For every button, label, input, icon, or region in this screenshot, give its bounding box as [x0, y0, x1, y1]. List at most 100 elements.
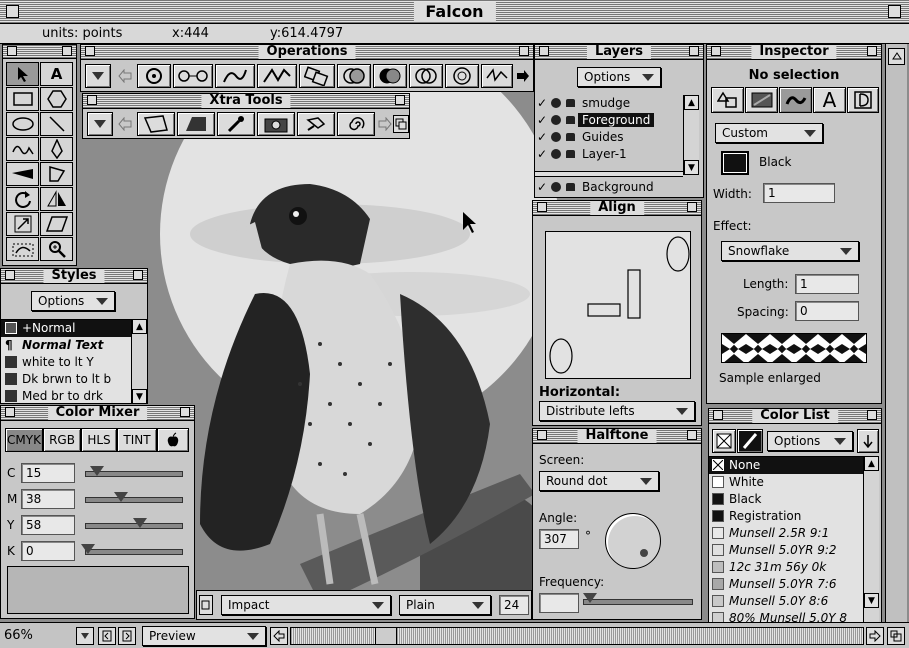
text-tool[interactable]: A	[40, 62, 73, 86]
layers-close-box[interactable]	[539, 46, 549, 56]
blend-op-button[interactable]	[215, 64, 255, 88]
reverse-op-button[interactable]	[481, 64, 513, 88]
scroll-up-icon[interactable]: ▲	[684, 95, 699, 110]
style-popup[interactable]: Plain	[399, 595, 491, 615]
lock-icon[interactable]	[566, 99, 575, 107]
xtra-scroll-right[interactable]	[377, 112, 393, 136]
reflect-tool[interactable]	[40, 187, 73, 211]
combine-op-button[interactable]	[337, 64, 371, 88]
horizontal-align-popup[interactable]: Distribute lefts	[539, 401, 695, 421]
layers-zoom-box[interactable]	[689, 46, 699, 56]
trace-tool[interactable]	[6, 237, 39, 261]
color-list-none-button[interactable]	[712, 429, 736, 453]
color-mixer-titlebar[interactable]: Color Mixer	[1, 406, 194, 421]
operations-scroll-right[interactable]	[515, 64, 531, 88]
inspector-close-box[interactable]	[711, 46, 721, 56]
tab-document[interactable]	[847, 87, 879, 113]
tab-object[interactable]	[711, 87, 744, 113]
tab-text[interactable]: A	[813, 87, 846, 113]
lock-icon[interactable]	[566, 116, 575, 124]
operations-titlebar[interactable]: Operations	[81, 45, 533, 60]
toolbox-zoom-box[interactable]	[62, 46, 72, 56]
xtra-shape-button[interactable]	[137, 112, 175, 136]
page-next-button[interactable]	[118, 627, 136, 645]
lock-icon[interactable]	[566, 150, 575, 158]
tab-rgb[interactable]: RGB	[43, 428, 81, 452]
scroll-up-icon[interactable]: ▲	[864, 456, 879, 471]
knife-tool[interactable]	[6, 162, 39, 186]
channel-slider[interactable]	[85, 549, 183, 555]
color-list-titlebar[interactable]: Color List	[709, 409, 881, 424]
channel-slider[interactable]	[85, 497, 183, 503]
grow-box[interactable]	[887, 627, 905, 645]
channel-slider-thumb[interactable]	[133, 518, 147, 528]
layer-row[interactable]: ✓ Layer-1	[535, 146, 683, 163]
frequency-slider[interactable]	[583, 599, 693, 605]
style-item[interactable]: Med br to drk	[1, 388, 131, 403]
color-list-item[interactable]: Munsell 5.0YR 9:2	[709, 542, 863, 559]
styles-options-popup[interactable]: Options	[31, 291, 115, 311]
layer-row[interactable]: ✓ Foreground	[535, 112, 683, 129]
stroke-color-swatch[interactable]	[721, 151, 749, 175]
width-field[interactable]: 1	[763, 183, 835, 203]
pointer-tool[interactable]	[6, 62, 39, 86]
check-icon[interactable]: ✓	[537, 129, 549, 146]
color-mixer-zoom-box[interactable]	[180, 407, 190, 417]
layer-row[interactable]: ✓ Guides	[535, 129, 683, 146]
skew-tool[interactable]	[40, 212, 73, 236]
vertical-scrollbar[interactable]	[885, 44, 907, 622]
horizontal-scroll-thumb[interactable]	[375, 628, 397, 644]
length-field[interactable]: 1	[795, 274, 859, 294]
channel-value-field[interactable]: 38	[21, 489, 75, 509]
scroll-up-button[interactable]	[888, 48, 905, 65]
operations-zoom-box[interactable]	[519, 46, 529, 56]
check-icon[interactable]: ✓	[537, 146, 549, 163]
visibility-icon[interactable]	[551, 132, 561, 142]
scroll-down-icon[interactable]: ▼	[132, 389, 147, 403]
exclude-op-button[interactable]	[409, 64, 443, 88]
styles-titlebar[interactable]: Styles	[1, 269, 147, 284]
layers-scrollbar[interactable]: ▲ ▼	[683, 95, 699, 175]
xtra-tools-zoom-box[interactable]	[395, 95, 405, 105]
split-op-button[interactable]	[299, 64, 335, 88]
tab-tint[interactable]: TINT	[117, 428, 157, 452]
color-list-item[interactable]: Munsell 5.0Y 8:6	[709, 593, 863, 610]
scroll-up-icon[interactable]: ▲	[132, 319, 147, 334]
operations-scroll-left[interactable]	[113, 64, 137, 88]
window-titlebar[interactable]: Falcon	[0, 0, 909, 24]
font-popup[interactable]: Impact	[221, 595, 391, 615]
layer-row[interactable]: ✓ smudge	[535, 95, 683, 112]
frequency-field[interactable]	[539, 593, 579, 613]
scroll-left-button[interactable]	[270, 627, 288, 645]
style-item[interactable]: white to lt Y	[1, 354, 131, 371]
style-item[interactable]: ¶ Normal Text	[1, 337, 131, 354]
zoom-menu-button[interactable]	[76, 627, 94, 645]
tab-hls[interactable]: HLS	[81, 428, 117, 452]
xtra-eyedropper-button[interactable]	[217, 112, 255, 136]
screen-popup[interactable]: Round dot	[539, 471, 659, 491]
xtra-hand-button[interactable]	[297, 112, 335, 136]
color-list-close-box[interactable]	[713, 410, 723, 420]
operations-close-box[interactable]	[85, 46, 95, 56]
line-tool[interactable]	[40, 112, 73, 136]
xtra-collapse-button[interactable]	[393, 115, 409, 133]
font-size-field[interactable]: 24	[499, 595, 529, 615]
visibility-icon[interactable]	[551, 182, 561, 192]
color-list-item[interactable]: Black	[709, 491, 863, 508]
color-list-scrollbar[interactable]: ▲ ▼	[863, 456, 879, 623]
polygon-tool[interactable]	[40, 87, 73, 111]
color-list-item[interactable]: Munsell 5.0YR 7:6	[709, 576, 863, 593]
union-op-button[interactable]	[445, 64, 479, 88]
channel-slider-thumb[interactable]	[81, 544, 95, 554]
xtra-spiral-button[interactable]	[337, 112, 375, 136]
channel-slider-thumb[interactable]	[114, 492, 128, 502]
style-item[interactable]: Dk brwn to lt b	[1, 371, 131, 388]
color-list-options-popup[interactable]: Options	[767, 431, 853, 451]
text-toolbar-collapse[interactable]	[199, 595, 213, 615]
freehand-tool[interactable]	[6, 137, 39, 161]
channel-value-field[interactable]: 15	[21, 463, 75, 483]
color-list-item[interactable]: None	[709, 457, 863, 474]
angle-dial[interactable]	[605, 513, 661, 569]
color-list-item[interactable]: Munsell 2.5R 9:1	[709, 525, 863, 542]
pen-tool[interactable]	[40, 137, 73, 161]
